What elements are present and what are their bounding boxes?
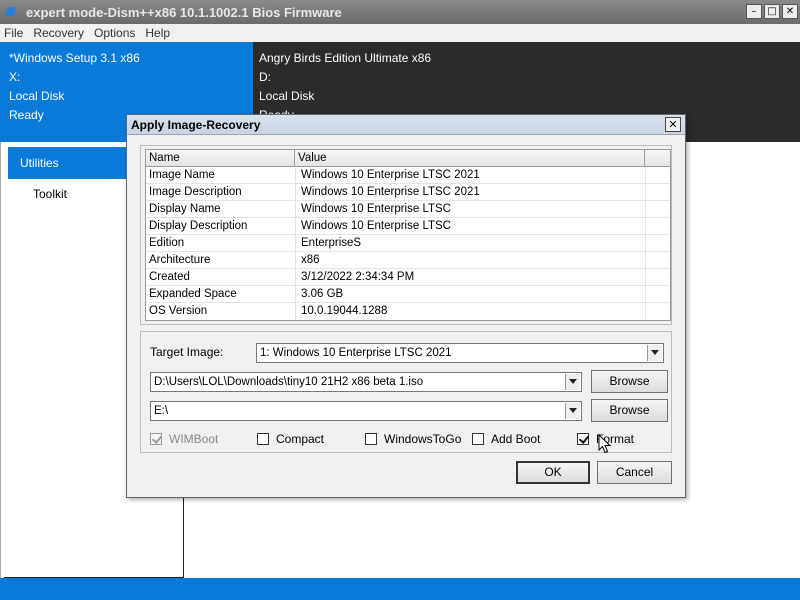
column-header-value[interactable]: Value bbox=[295, 150, 645, 167]
row-value: 3/12/2022 2:34:34 PM bbox=[301, 271, 415, 283]
table-row[interactable]: Expanded Space 3.06 GB bbox=[146, 286, 670, 303]
minimize-button[interactable]: – bbox=[746, 4, 762, 19]
source-path-value: D:\Users\LOL\Downloads\tiny10 21H2 x86 b… bbox=[154, 376, 424, 388]
maximize-button[interactable]: □ bbox=[764, 4, 780, 19]
source-path-combo[interactable]: D:\Users\LOL\Downloads\tiny10 21H2 x86 b… bbox=[150, 372, 582, 392]
row-value: 10.0.19044.1288 bbox=[301, 305, 388, 317]
table-row[interactable]: Edition EnterpriseS bbox=[146, 235, 670, 252]
browse-source-button[interactable]: Browse bbox=[591, 370, 668, 393]
checkbox-box[interactable] bbox=[365, 433, 377, 445]
table-row[interactable]: Display Name Windows 10 Enterprise LTSC bbox=[146, 201, 670, 218]
wimboot-checkbox[interactable]: WIMBoot bbox=[150, 432, 218, 446]
target-path-combo[interactable]: E:\ bbox=[150, 401, 582, 421]
table-row[interactable]: OS Version 10.0.19044.1288 bbox=[146, 303, 670, 320]
menu-bar: File Recovery Options Help bbox=[0, 24, 800, 42]
menu-help[interactable]: Help bbox=[145, 26, 170, 40]
row-name: Expanded Space bbox=[149, 288, 237, 300]
target-path-value: E:\ bbox=[154, 405, 169, 417]
status-bar bbox=[0, 578, 800, 600]
row-name: Edition bbox=[149, 237, 185, 249]
image-disk: Local Disk bbox=[259, 89, 315, 103]
table-row[interactable]: Image Description Windows 10 Enterprise … bbox=[146, 184, 670, 201]
row-name: Image Description bbox=[149, 186, 242, 198]
windowstogo-checkbox[interactable]: WindowsToGo bbox=[365, 432, 461, 446]
image-name: Angry Birds Edition Ultimate x86 bbox=[259, 51, 432, 65]
row-name: Display Description bbox=[149, 220, 248, 232]
table-row[interactable]: Architecture x86 bbox=[146, 252, 670, 269]
image-drive: X: bbox=[9, 70, 21, 84]
checkbox-box[interactable] bbox=[257, 433, 269, 445]
column-header-name[interactable]: Name bbox=[146, 150, 295, 167]
compact-checkbox[interactable]: Compact bbox=[257, 432, 324, 446]
row-name: OS Version bbox=[149, 305, 208, 317]
chevron-down-icon[interactable] bbox=[565, 403, 580, 419]
target-image-select[interactable]: 1: Windows 10 Enterprise LTSC 2021 bbox=[256, 343, 664, 363]
window-controls: – □ ✕ bbox=[746, 4, 798, 19]
chevron-down-icon[interactable] bbox=[647, 345, 662, 361]
table-header: Name Value bbox=[146, 150, 670, 167]
row-value: Windows 10 Enterprise LTSC bbox=[301, 203, 451, 215]
ok-button[interactable]: OK bbox=[516, 461, 590, 484]
cancel-button[interactable]: Cancel bbox=[597, 461, 672, 484]
target-image-label: Target Image: bbox=[150, 345, 224, 359]
image-name: *Windows Setup 3.1 x86 bbox=[9, 51, 140, 65]
table-row[interactable]: Image Name Windows 10 Enterprise LTSC 20… bbox=[146, 167, 670, 184]
app-logo-icon bbox=[4, 4, 20, 20]
add-boot-checkbox[interactable]: Add Boot bbox=[472, 432, 540, 446]
checkbox-box[interactable] bbox=[577, 433, 589, 445]
row-value: EnterpriseS bbox=[301, 237, 362, 249]
checkbox-label: WindowsToGo bbox=[384, 432, 462, 446]
row-value: 3.06 GB bbox=[301, 288, 344, 300]
row-value: Windows 10 Enterprise LTSC 2021 bbox=[301, 186, 480, 198]
checkbox-box[interactable] bbox=[472, 433, 484, 445]
row-name: Image Name bbox=[149, 169, 215, 181]
apply-options-group: Target Image: 1: Windows 10 Enterprise L… bbox=[140, 331, 672, 453]
table-row[interactable]: Display Description Windows 10 Enterpris… bbox=[146, 218, 670, 235]
menu-file[interactable]: File bbox=[4, 26, 23, 40]
image-disk: Local Disk bbox=[9, 89, 65, 103]
target-image-value: 1: Windows 10 Enterprise LTSC 2021 bbox=[260, 347, 452, 359]
window-title-bar: expert mode-Dism++x86 10.1.1002.1 Bios F… bbox=[0, 0, 800, 24]
row-value: Windows 10 Enterprise LTSC bbox=[301, 220, 451, 232]
dialog-title: Apply Image-Recovery bbox=[127, 115, 685, 135]
image-info-group: Name Value Image Name Windows 10 Enterpr… bbox=[140, 145, 672, 325]
checkbox-label: WIMBoot bbox=[169, 432, 219, 446]
image-drive: D: bbox=[259, 70, 271, 84]
browse-target-button[interactable]: Browse bbox=[591, 399, 668, 422]
image-info-table[interactable]: Name Value Image Name Windows 10 Enterpr… bbox=[145, 149, 671, 321]
row-value: Windows 10 Enterprise LTSC 2021 bbox=[301, 169, 480, 181]
row-name: Architecture bbox=[149, 254, 211, 266]
table-row[interactable]: Created 3/12/2022 2:34:34 PM bbox=[146, 269, 670, 286]
close-button[interactable]: ✕ bbox=[782, 4, 798, 19]
window-title: expert mode-Dism++x86 10.1.1002.1 Bios F… bbox=[26, 4, 342, 20]
dialog-close-button[interactable]: ✕ bbox=[665, 117, 681, 132]
checkbox-label: Add Boot bbox=[491, 432, 541, 446]
row-name: Display Name bbox=[149, 203, 221, 215]
row-value: x86 bbox=[301, 254, 320, 266]
checkbox-box[interactable] bbox=[150, 433, 162, 445]
menu-recovery[interactable]: Recovery bbox=[33, 26, 84, 40]
column-header-extra bbox=[645, 150, 670, 167]
chevron-down-icon[interactable] bbox=[565, 374, 580, 390]
menu-options[interactable]: Options bbox=[94, 26, 135, 40]
checkbox-label: Compact bbox=[276, 432, 325, 446]
row-name: Created bbox=[149, 271, 190, 283]
